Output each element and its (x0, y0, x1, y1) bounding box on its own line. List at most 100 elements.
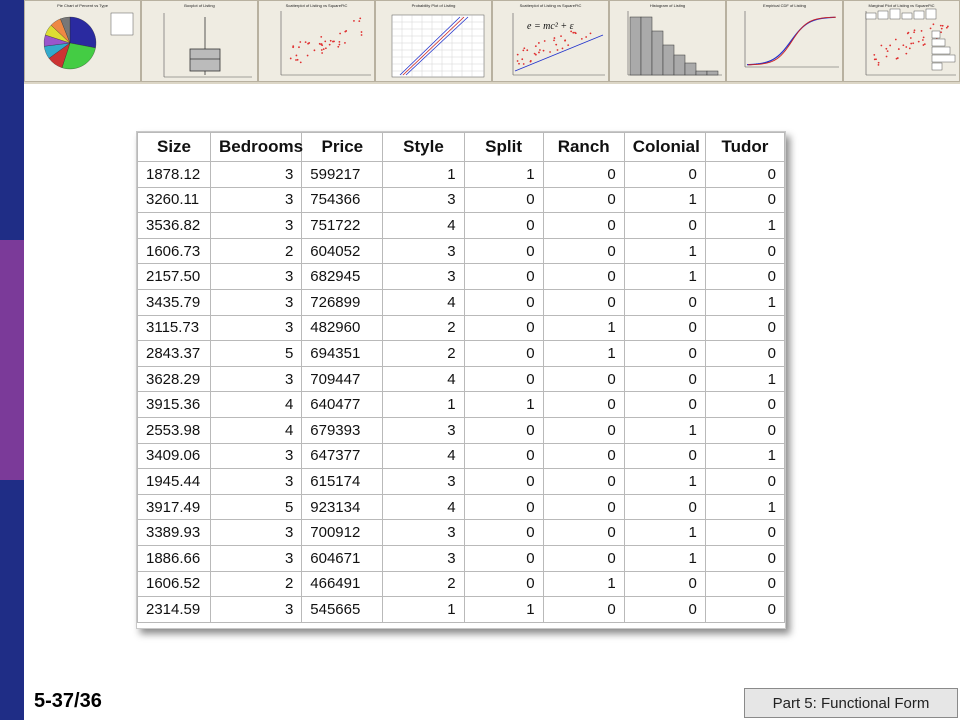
cell-tudor: 1 (704, 288, 785, 316)
cell-bedrooms: 4 (210, 391, 303, 418)
section-label: Part 5: Functional Form (744, 688, 958, 718)
cell-ranch: 0 (542, 391, 625, 418)
cell-ranch: 0 (542, 442, 625, 470)
cell-price: 754366 (301, 186, 384, 214)
ecdf-thumbnail: Empirical CDF of Listing (726, 0, 843, 82)
marginal-plot-thumbnail: Marginal Plot of Listing vs SquareFtC (843, 0, 960, 82)
cell-size: 1606.52 (137, 570, 212, 598)
cell-size: 3435.79 (137, 288, 212, 316)
table-row: 1886.66 3 604671 3 0 0 1 0 (137, 544, 785, 572)
cell-price: 615174 (301, 468, 384, 495)
cell-style: 3 (382, 544, 465, 572)
cell-tudor: 1 (704, 493, 785, 521)
cell-bedrooms: 3 (210, 365, 303, 393)
table-row: 3409.06 3 647377 4 0 0 0 1 (137, 442, 785, 470)
cell-split: 0 (463, 288, 544, 316)
ecdf-thumbnail-graphic (744, 11, 839, 68)
cell-bedrooms: 5 (210, 340, 303, 367)
cell-tudor: 0 (704, 314, 785, 342)
cell-ranch: 0 (542, 365, 625, 393)
cell-colonial: 1 (623, 468, 706, 495)
cell-colonial: 1 (623, 544, 706, 572)
cell-colonial: 0 (623, 161, 706, 188)
cell-tudor: 0 (704, 391, 785, 418)
cell-bedrooms: 3 (210, 263, 303, 290)
cell-price: 604671 (301, 544, 384, 572)
cell-price: 466491 (301, 570, 384, 598)
table-row: 2843.37 5 694351 2 0 1 0 0 (137, 340, 785, 367)
pie-chart-thumbnail-graphic (43, 12, 134, 70)
cell-size: 3628.29 (137, 365, 212, 393)
table-row: 3389.93 3 700912 3 0 0 1 0 (137, 519, 785, 546)
cell-size: 3917.49 (137, 493, 212, 521)
cell-ranch: 0 (542, 186, 625, 214)
cell-bedrooms: 2 (210, 237, 303, 265)
cell-price: 751722 (301, 212, 384, 239)
regression-scatter-thumbnail-graphic: e = mc² + ε (512, 13, 605, 76)
cell-size: 3409.06 (137, 442, 212, 470)
cell-price: 709447 (301, 365, 384, 393)
cell-bedrooms: 3 (210, 314, 303, 342)
cell-colonial: 1 (623, 237, 706, 265)
cell-ranch: 1 (542, 314, 625, 342)
left-bar-top (0, 0, 24, 240)
cell-price: 700912 (301, 519, 384, 546)
cell-ranch: 0 (542, 161, 625, 188)
cell-tudor: 0 (704, 544, 785, 572)
cell-tudor: 0 (704, 416, 785, 444)
cell-split: 0 (463, 493, 544, 521)
cell-ranch: 0 (542, 519, 625, 546)
cell-size: 1886.66 (137, 544, 212, 572)
table-header-row: Size Bedrooms Price Style Split Ranch Colonial… (137, 132, 785, 162)
cell-price: 482960 (301, 314, 384, 342)
cell-price: 679393 (301, 416, 384, 444)
cell-ranch: 0 (542, 288, 625, 316)
pie-slice (69, 16, 97, 49)
cell-bedrooms: 3 (210, 288, 303, 316)
cell-size: 2157.50 (137, 263, 212, 290)
cell-bedrooms: 4 (210, 416, 303, 444)
cell-style: 4 (382, 442, 465, 470)
cell-style: 2 (382, 340, 465, 367)
cell-split: 0 (463, 186, 544, 214)
cell-style: 3 (382, 263, 465, 290)
cell-split: 0 (463, 416, 544, 444)
cell-colonial: 0 (623, 212, 706, 239)
cell-colonial: 1 (623, 186, 706, 214)
cell-size: 2843.37 (137, 340, 212, 367)
boxplot-thumbnail-graphic (163, 13, 252, 78)
column-header-ranch: Ranch (542, 132, 625, 162)
column-header-split: Split (463, 132, 544, 162)
table-row: 1878.12 3 599217 1 1 0 0 0 (137, 161, 785, 188)
cell-style: 4 (382, 493, 465, 521)
column-header-size: Size (137, 132, 212, 162)
cell-style: 3 (382, 468, 465, 495)
scatterplot-thumbnail: Scatterplot of Listing vs SquareFtC (258, 0, 375, 82)
cell-split: 0 (463, 570, 544, 598)
cell-tudor: 0 (704, 340, 785, 367)
cell-colonial: 0 (623, 288, 706, 316)
cell-price: 545665 (301, 596, 384, 623)
cell-split: 1 (463, 391, 544, 418)
cell-ranch: 1 (542, 340, 625, 367)
cell-tudor: 0 (704, 186, 785, 214)
boxplot-thumbnail: Boxplot of Listing (141, 0, 258, 82)
cell-split: 0 (463, 544, 544, 572)
cell-bedrooms: 3 (210, 212, 303, 239)
scatterplot-thumbnail-graphic (280, 11, 371, 76)
cell-tudor: 0 (704, 161, 785, 188)
cell-colonial: 0 (623, 596, 706, 623)
column-header-tudor: Tudor (704, 132, 785, 162)
cell-colonial: 0 (623, 391, 706, 418)
cell-size: 3389.93 (137, 519, 212, 546)
cell-bedrooms: 3 (210, 596, 303, 623)
cell-tudor: 0 (704, 468, 785, 495)
cell-split: 0 (463, 263, 544, 290)
cell-ranch: 0 (542, 263, 625, 290)
cell-bedrooms: 5 (210, 493, 303, 521)
cell-style: 3 (382, 416, 465, 444)
column-header-style: Style (382, 132, 465, 162)
cell-tudor: 0 (704, 519, 785, 546)
cell-style: 3 (382, 237, 465, 265)
left-bar-bottom (0, 480, 24, 720)
